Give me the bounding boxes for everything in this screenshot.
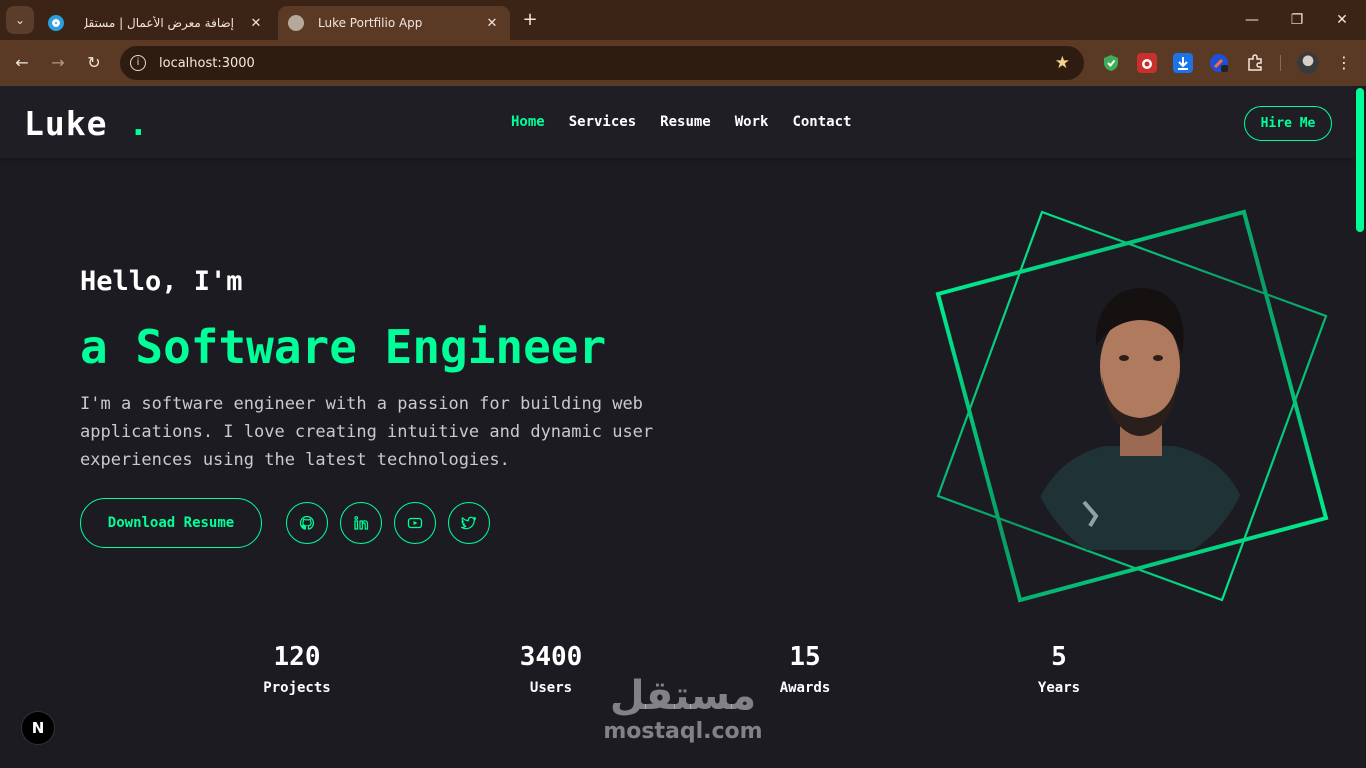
main-nav: Home Services Resume Work Contact	[511, 114, 851, 130]
scrollbar-thumb[interactable]	[1356, 88, 1364, 232]
stat-label: Years	[1037, 680, 1081, 696]
browser-menu-button[interactable]: ⋮	[1334, 51, 1354, 75]
nav-link-work[interactable]: Work	[735, 114, 769, 130]
browser-tab-portfolio[interactable]: Luke Portfilio App ✕	[278, 6, 510, 40]
star-icon[interactable]: ★	[1055, 53, 1070, 73]
hero-intro: I'm a software engineer with a passion f…	[80, 394, 654, 470]
mostaql-watermark: مستقل mostaql.com	[598, 672, 768, 744]
stat-value: 15	[789, 642, 821, 672]
download-extension-icon[interactable]	[1173, 53, 1193, 73]
watermark-arabic: مستقل	[609, 673, 757, 719]
close-icon: ✕	[1336, 12, 1348, 28]
close-icon[interactable]: ✕	[246, 16, 266, 31]
window-close-button[interactable]: ✕	[1322, 8, 1362, 32]
linkedin-icon	[354, 516, 369, 530]
stat-value: 3400	[519, 642, 583, 672]
shield-extension-icon[interactable]	[1101, 53, 1121, 73]
hero-role: a Software Engineer	[80, 320, 607, 374]
profile-photo	[1024, 287, 1254, 550]
tab-search-button[interactable]: ⌄	[6, 6, 34, 34]
page-viewport: Luke . Home Services Resume Work Contact…	[0, 86, 1366, 768]
restore-button[interactable]: ❐	[1277, 8, 1317, 32]
browser-tab-mostaql[interactable]: إضافة معرض الأعمال | مستقل ✕	[38, 6, 274, 40]
twitter-icon	[461, 516, 477, 530]
tab-title: إضافة معرض الأعمال | مستقل	[84, 16, 234, 30]
new-tab-button[interactable]: +	[518, 9, 542, 33]
browser-toolbar: ← → ↻ i localhost:3000 ★ ⋮	[0, 40, 1366, 86]
stat-years: 5 Years	[979, 642, 1139, 696]
hero-greeting: Hello, I'm	[80, 266, 243, 297]
nextjs-icon: N	[31, 719, 45, 737]
mostaql-favicon-icon	[48, 15, 64, 31]
address-bar[interactable]: i localhost:3000 ★	[120, 46, 1084, 80]
stat-value: 120	[273, 642, 321, 672]
github-icon	[299, 515, 315, 530]
puzzle-extensions-icon[interactable]	[1245, 53, 1265, 73]
globe-favicon-icon	[288, 15, 304, 31]
download-resume-button[interactable]: Download Resume	[80, 498, 262, 548]
nav-link-services[interactable]: Services	[569, 114, 636, 130]
nextjs-dev-indicator[interactable]: N	[21, 711, 55, 745]
page-scrollbar[interactable]	[1354, 86, 1366, 768]
close-icon[interactable]: ✕	[482, 16, 502, 31]
site-header: Luke . Home Services Resume Work Contact…	[0, 86, 1354, 158]
youtube-link[interactable]	[394, 502, 436, 544]
site-info-icon[interactable]: i	[130, 55, 146, 71]
arrow-right-icon: →	[51, 53, 65, 72]
watermark-latin: mostaql.com	[603, 719, 763, 744]
nav-link-resume[interactable]: Resume	[660, 114, 711, 130]
nav-link-contact[interactable]: Contact	[792, 114, 851, 130]
hero-portrait-frame	[928, 206, 1336, 606]
forward-button[interactable]: →	[46, 51, 70, 75]
profile-avatar[interactable]	[1297, 52, 1319, 74]
nav-link-home[interactable]: Home	[511, 114, 545, 130]
chevron-down-icon: ⌄	[14, 13, 26, 27]
logo-dot: .	[128, 104, 150, 143]
arrow-left-icon: ←	[15, 53, 29, 72]
stat-projects: 120 Projects	[217, 642, 377, 696]
restore-icon: ❐	[1290, 12, 1304, 28]
site-logo[interactable]: Luke .	[24, 104, 149, 143]
hire-me-button[interactable]: Hire Me	[1244, 106, 1332, 141]
pen-extension-icon[interactable]	[1209, 53, 1229, 73]
reload-icon: ↻	[87, 53, 101, 72]
github-link[interactable]	[286, 502, 328, 544]
url-text[interactable]: localhost:3000	[159, 56, 1055, 71]
plus-icon: +	[522, 9, 538, 30]
youtube-icon	[407, 517, 423, 529]
reload-button[interactable]: ↻	[82, 51, 106, 75]
minimize-button[interactable]: —	[1232, 8, 1272, 32]
linkedin-link[interactable]	[340, 502, 382, 544]
twitter-link[interactable]	[448, 502, 490, 544]
bug-extension-icon[interactable]	[1137, 53, 1157, 73]
logo-text: Luke	[24, 104, 108, 143]
minimize-icon: —	[1245, 12, 1259, 28]
back-button[interactable]: ←	[10, 51, 34, 75]
tab-title: Luke Portfilio App	[318, 16, 423, 30]
browser-tab-bar: ⌄ إضافة معرض الأعمال | مستقل ✕ Luke Port…	[0, 0, 1366, 40]
kebab-menu-icon: ⋮	[1336, 53, 1352, 72]
toolbar-divider	[1280, 55, 1281, 71]
stat-label: Projects	[263, 680, 331, 696]
stat-value: 5	[1051, 642, 1067, 672]
